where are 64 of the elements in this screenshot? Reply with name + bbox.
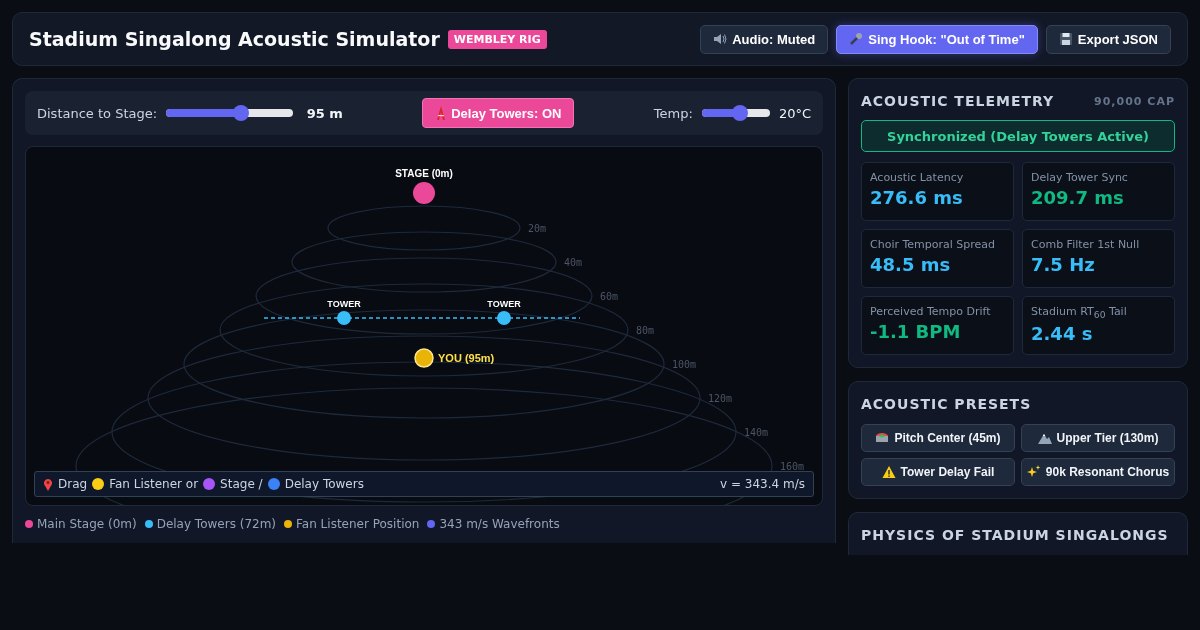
stage-label: STAGE (0m) (395, 168, 453, 179)
tower-label: TOWER (327, 299, 361, 309)
panel-title: PHYSICS OF STADIUM SINGALONGS (861, 527, 1170, 543)
preset-button[interactable]: 90k Resonant Chorus (1021, 458, 1175, 486)
hint-text: Stage / (220, 477, 263, 491)
ring-label: 20m (528, 223, 547, 234)
hint-text: Delay Towers (284, 477, 364, 491)
warning-icon (881, 465, 896, 479)
ring-label: 60m (600, 291, 619, 302)
hint-text: Fan Listener or (109, 477, 199, 491)
preset-button[interactable]: Pitch Center (45m) (861, 424, 1015, 452)
metric-label: Delay Tower Sync (1031, 171, 1129, 184)
panel-title: ACOUSTIC PRESETS (861, 396, 1033, 412)
panel-title: ACOUSTIC TELEMETRY (861, 93, 1055, 109)
sync-status: Synchronized (Delay Towers Active) (861, 120, 1175, 152)
capacity-label: 90,000 CAP (1094, 94, 1175, 108)
metric-value: 209.7 ms (1031, 187, 1125, 208)
hint-text: Drag (58, 477, 88, 491)
legend-label: Main Stage (0m) (37, 517, 137, 531)
ring-label: 140m (744, 427, 769, 438)
metric-label: Stadium RT$_{60}$ Tail (1031, 305, 1128, 321)
legend-label: Delay Towers (72m) (156, 517, 277, 531)
temp-reading: 20°C (778, 105, 811, 121)
metric-value: 276.6 ms (870, 187, 964, 208)
ring-label: 80m (636, 325, 655, 336)
listener-label: YOU (95m) (438, 352, 495, 364)
hook-button[interactable]: Sing Hook: "Out of Time" (836, 24, 1038, 54)
ring-label: 160m (780, 461, 805, 472)
tower-icon (435, 106, 448, 120)
metric-label: Perceived Tempo Drift (870, 305, 992, 318)
temp-label: Temp: (653, 105, 693, 121)
preset-button[interactable]: Upper Tier (130m) (1021, 424, 1175, 452)
metric-value: 7.5 Hz (1031, 254, 1096, 275)
tower-marker[interactable] (337, 311, 351, 325)
ring-label: 100m (672, 359, 697, 370)
preset-button[interactable]: Tower Delay Fail (861, 458, 1015, 486)
microphone-icon (849, 32, 864, 46)
stage-marker[interactable] (413, 182, 435, 204)
distance-reading: 95 m (305, 105, 343, 121)
stadium-icon (875, 431, 890, 445)
export-button[interactable]: Export JSON (1045, 24, 1171, 54)
delay-towers-button[interactable]: Delay Towers: ON (422, 98, 575, 128)
legend-label: 343 m/s Wavefronts (439, 517, 560, 531)
tower-label: TOWER (487, 299, 521, 309)
audio-button[interactable]: Audio: Muted (700, 24, 829, 54)
speed-reading: v = 343.4 m/s (720, 477, 805, 491)
metric-label: Comb Filter 1st Null (1031, 238, 1141, 251)
metric-value: -1.1 BPM (870, 321, 962, 342)
listener-marker[interactable] (414, 348, 434, 368)
slider-thumb[interactable] (233, 105, 250, 121)
speaker-icon (713, 32, 728, 46)
distance-label: Distance to Stage: (37, 105, 158, 121)
metric-value: 2.44 s (1031, 323, 1094, 345)
pin-icon (43, 477, 53, 491)
metric-value: 48.5 ms (870, 254, 952, 275)
tower-marker[interactable] (497, 311, 511, 325)
app-title: Stadium Singalong Acoustic Simulator (29, 28, 440, 50)
metric-label: Choir Temporal Spread (870, 238, 997, 251)
legend-label: Fan Listener Position (296, 517, 420, 531)
metric-label: Acoustic Latency (870, 171, 965, 184)
rig-badge: WEMBLEY RIG (447, 29, 547, 49)
ring-label: 40m (564, 257, 583, 268)
slider-thumb[interactable] (731, 105, 748, 121)
ring-label: 120m (708, 393, 733, 404)
